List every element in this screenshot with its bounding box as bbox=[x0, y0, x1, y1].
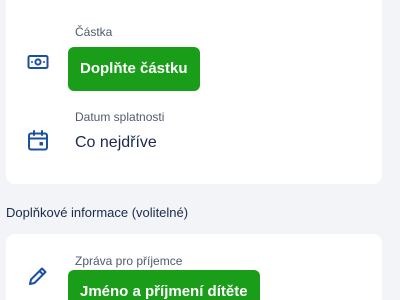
section-title: Doplňkové informace (volitelné) bbox=[6, 205, 189, 220]
amount-label: Částka bbox=[75, 25, 113, 39]
additional-info-card: Zpráva pro příjemce Jméno a příjmení dít… bbox=[6, 234, 382, 300]
calendar-icon bbox=[25, 128, 51, 154]
message-label: Zpráva pro příjemce bbox=[75, 254, 183, 268]
payment-details-card: Částka Doplňte částku Datum splatnosti C… bbox=[6, 0, 382, 184]
due-date-label: Datum splatnosti bbox=[75, 110, 165, 124]
banknote-icon bbox=[25, 49, 51, 75]
fill-amount-button[interactable]: Doplňte částku bbox=[68, 47, 200, 91]
pencil-icon bbox=[25, 263, 51, 289]
message-input-button[interactable]: Jméno a příjmení dítěte bbox=[68, 270, 260, 300]
due-date-value: Co nejdříve bbox=[75, 134, 157, 151]
